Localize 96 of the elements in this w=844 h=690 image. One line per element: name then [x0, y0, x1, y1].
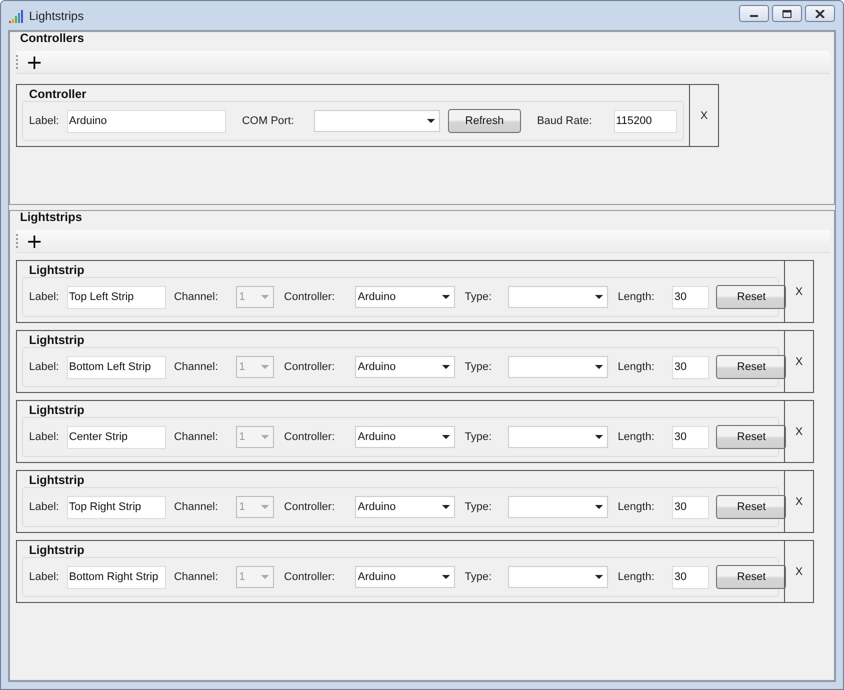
field-label: Label:: [29, 431, 59, 443]
group-title: Controller: [28, 87, 86, 101]
controller-dropdown[interactable]: Arduino: [354, 566, 455, 588]
group-title: Lightstrip: [28, 403, 84, 417]
maximize-button[interactable]: [772, 5, 802, 22]
type-dropdown[interactable]: [508, 566, 608, 588]
dropdown-arrow-icon: [261, 364, 270, 370]
field-label: Label:: [29, 571, 59, 583]
reset-button[interactable]: Reset: [716, 355, 786, 379]
field-label: Controller:: [284, 361, 335, 373]
field-label: Length:: [618, 291, 654, 303]
field-label: Channel:: [174, 501, 218, 513]
window-title: Lightstrips: [29, 8, 84, 22]
field-label: Channel:: [174, 571, 218, 583]
bars-icon: [9, 8, 25, 22]
field-label: Length:: [618, 361, 654, 373]
reset-button[interactable]: Reset: [716, 495, 786, 519]
refresh-button[interactable]: Refresh: [448, 109, 521, 133]
field-label: Label:: [29, 501, 59, 513]
label-field[interactable]: Top Left Strip: [66, 286, 166, 308]
field-label: Length:: [618, 501, 654, 513]
field-label: Baud Rate:: [536, 115, 592, 127]
reset-button[interactable]: Reset: [716, 425, 786, 449]
label-field[interactable]: Bottom Right Strip: [66, 566, 166, 588]
field-label: Channel:: [174, 291, 218, 303]
baud-rate-field[interactable]: 115200: [614, 110, 677, 132]
field-label: Controller:: [284, 291, 335, 303]
type-dropdown[interactable]: [508, 356, 608, 378]
field-label: COM Port:: [242, 115, 294, 127]
dropdown-arrow-icon: [261, 294, 270, 300]
type-dropdown[interactable]: [508, 496, 608, 518]
field-label: Type:: [464, 501, 492, 513]
close-button[interactable]: [805, 5, 835, 22]
close-icon: [815, 10, 825, 18]
controller-dropdown[interactable]: Arduino: [354, 286, 455, 308]
field-label: Type:: [464, 361, 492, 373]
group-title: Lightstrip: [28, 543, 84, 557]
reset-button[interactable]: Reset: [716, 565, 786, 589]
dropdown-arrow-icon: [594, 364, 603, 370]
field-label: Length:: [618, 571, 654, 583]
dropdown-arrow-icon: [594, 504, 603, 510]
label-field[interactable]: Top Right Strip: [66, 496, 166, 518]
maximize-icon: [782, 10, 792, 18]
dropdown-arrow-icon: [426, 118, 435, 124]
field-label: Type:: [464, 431, 492, 443]
remove-button[interactable]: X: [784, 331, 813, 392]
field-label: Label:: [29, 291, 59, 303]
field-label: Channel:: [174, 361, 218, 373]
group-title: Lightstrip: [28, 473, 84, 487]
minimize-button[interactable]: [739, 5, 769, 22]
field-label: Controller:: [284, 501, 335, 513]
controller-dropdown[interactable]: Arduino: [354, 496, 455, 518]
group-title: Lightstrip: [28, 333, 84, 347]
length-field[interactable]: 30: [672, 496, 710, 518]
remove-button[interactable]: X: [784, 471, 813, 532]
label-field[interactable]: Arduino: [66, 110, 226, 132]
dropdown-arrow-icon: [442, 434, 450, 440]
field-label: Channel:: [174, 431, 218, 443]
dropdown-arrow-icon: [442, 504, 450, 510]
add-button[interactable]: +: [22, 52, 47, 72]
remove-button[interactable]: X: [689, 85, 718, 146]
field-label: Type:: [464, 571, 492, 583]
label-field[interactable]: Center Strip: [66, 426, 166, 448]
field-label: Label:: [29, 115, 59, 127]
length-field[interactable]: 30: [672, 356, 710, 378]
group-title: Lightstrip: [28, 263, 84, 277]
field-label: Length:: [618, 431, 654, 443]
type-dropdown[interactable]: [508, 426, 608, 448]
remove-button[interactable]: X: [784, 261, 813, 322]
dropdown-arrow-icon: [594, 434, 603, 440]
dropdown-arrow-icon: [442, 294, 450, 300]
add-button[interactable]: +: [22, 231, 47, 251]
remove-button[interactable]: X: [784, 401, 813, 462]
field-label: Controller:: [284, 431, 335, 443]
length-field[interactable]: 30: [672, 426, 710, 448]
label-field[interactable]: Bottom Left Strip: [66, 356, 166, 378]
reset-button[interactable]: Reset: [716, 285, 786, 309]
com-port-dropdown[interactable]: [314, 110, 440, 132]
type-dropdown[interactable]: [508, 286, 608, 308]
dropdown-arrow-icon: [442, 574, 450, 580]
field-label: Type:: [464, 291, 492, 303]
length-field[interactable]: 30: [672, 566, 710, 588]
dropdown-arrow-icon: [261, 574, 270, 580]
dropdown-arrow-icon: [261, 434, 270, 440]
dropdown-arrow-icon: [594, 294, 603, 300]
group-title: Controllers: [19, 32, 86, 45]
dropdown-arrow-icon: [261, 504, 270, 510]
dropdown-arrow-icon: [594, 574, 603, 580]
controller-dropdown[interactable]: Arduino: [354, 426, 455, 448]
group-title: Lightstrips: [19, 211, 83, 224]
dropdown-arrow-icon: [442, 364, 450, 370]
controller-dropdown[interactable]: Arduino: [354, 356, 455, 378]
field-label: Controller:: [284, 571, 335, 583]
length-field[interactable]: 30: [672, 286, 710, 308]
field-label: Label:: [29, 361, 59, 373]
remove-button[interactable]: X: [784, 541, 813, 602]
